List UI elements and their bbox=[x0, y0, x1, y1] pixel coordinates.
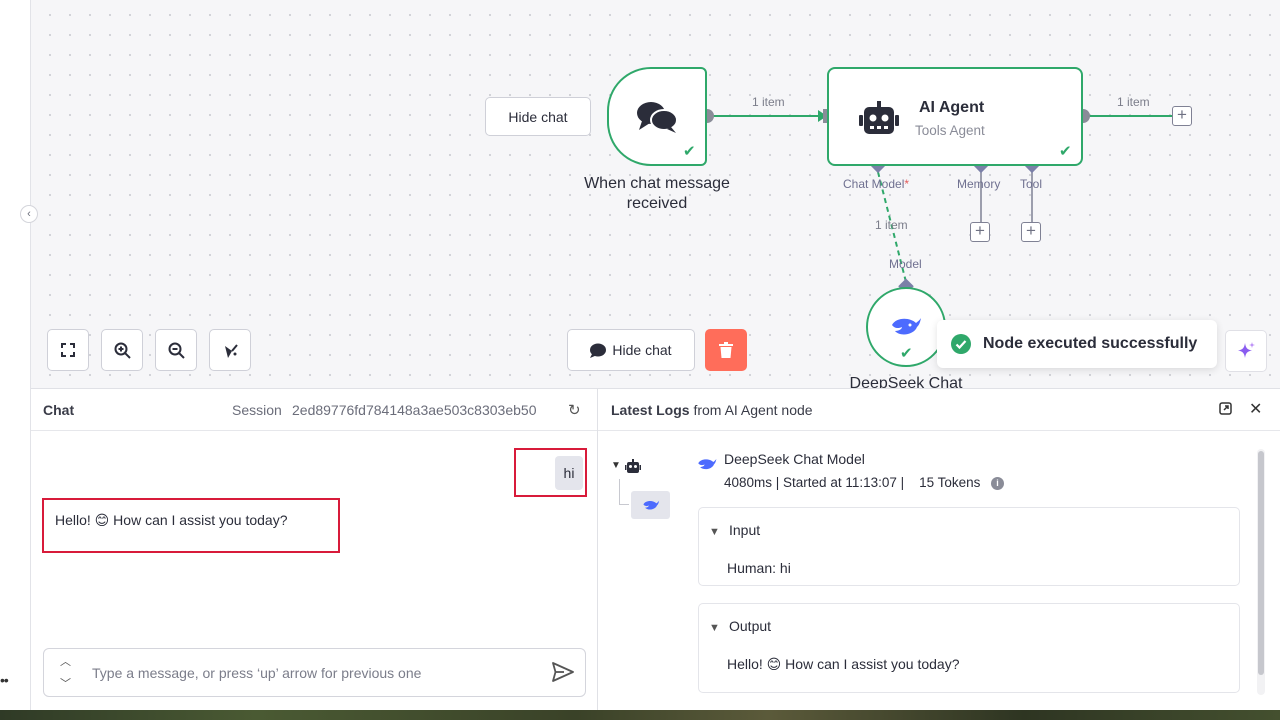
zoom-in-button[interactable] bbox=[101, 329, 143, 371]
success-check-icon: ✔ bbox=[1059, 143, 1072, 160]
send-icon[interactable] bbox=[552, 662, 574, 682]
output-section[interactable]: ▼ Output Hello! 😊 How can I assist you to… bbox=[698, 603, 1240, 693]
collapse-sidebar-button[interactable]: ‹ bbox=[20, 205, 38, 223]
sparkle-icon bbox=[1238, 342, 1255, 358]
close-icon[interactable]: ✕ bbox=[1249, 399, 1262, 419]
logs-title: Latest Logs from AI Agent node bbox=[611, 402, 813, 418]
memory-port-label: Memory bbox=[957, 177, 1001, 191]
success-toast: Node executed successfully bbox=[937, 320, 1217, 368]
deepseek-node[interactable]: ✔ bbox=[866, 287, 946, 367]
chat-header: Chat Session 2ed89776fd784148a3ae503c830… bbox=[31, 389, 597, 431]
fit-view-icon bbox=[61, 343, 75, 357]
chevron-down-icon: ▼ bbox=[709, 622, 720, 634]
add-memory-button[interactable]: + bbox=[970, 222, 990, 242]
output-section-header[interactable]: ▼ Output bbox=[709, 618, 771, 634]
success-check-icon: ✔ bbox=[900, 345, 913, 362]
deepseek-whale-icon bbox=[698, 458, 717, 470]
chat-bubble-icon bbox=[590, 343, 607, 358]
bot-message: Hello! 😊 How can I assist you today? bbox=[55, 512, 288, 528]
desktop-background-strip bbox=[0, 710, 1280, 720]
logs-title-bold: Latest Logs bbox=[611, 402, 690, 418]
tree-connector bbox=[619, 479, 629, 505]
tree-item-deepseek[interactable] bbox=[631, 491, 670, 519]
trigger-node[interactable]: ✔ bbox=[607, 67, 707, 166]
more-options-icon[interactable]: •• bbox=[0, 672, 9, 688]
log-entry-meta: 4080ms | Started at 11:13:07 | 15 Tokens bbox=[724, 475, 981, 490]
input-section-header[interactable]: ▼ Input bbox=[709, 522, 760, 538]
info-icon[interactable]: i bbox=[991, 477, 1004, 490]
trigger-label-line1: When chat message bbox=[584, 175, 730, 192]
trigger-label-line2: received bbox=[626, 195, 688, 212]
output-label: Output bbox=[729, 618, 772, 634]
agent-subtitle: Tools Agent bbox=[915, 123, 985, 138]
zoom-in-icon bbox=[114, 342, 131, 359]
trash-icon bbox=[719, 342, 733, 358]
fit-view-button[interactable] bbox=[47, 329, 89, 371]
log-entry-name: DeepSeek Chat Model bbox=[724, 451, 865, 467]
add-tool-button[interactable]: + bbox=[1021, 222, 1041, 242]
open-external-icon[interactable] bbox=[1219, 402, 1232, 415]
tool-port-label: Tool bbox=[1020, 177, 1043, 191]
tidy-up-button[interactable] bbox=[209, 329, 251, 371]
zoom-out-icon bbox=[168, 342, 185, 359]
refresh-session-icon[interactable]: ↻ bbox=[568, 401, 581, 419]
hide-chat-label: Hide chat bbox=[612, 342, 672, 358]
tree-expand-chevron-icon[interactable]: ▼ bbox=[611, 460, 621, 471]
chat-model-text: Chat Model bbox=[843, 177, 905, 191]
chat-panel: Chat Session 2ed89776fd784148a3ae503c830… bbox=[31, 388, 598, 710]
hide-chat-label: Hide chat bbox=[508, 108, 568, 125]
delete-button[interactable] bbox=[705, 329, 747, 371]
toast-message: Node executed successfully bbox=[983, 335, 1198, 352]
ai-agent-node[interactable]: AI Agent Tools Agent ✔ bbox=[827, 67, 1083, 166]
robot-icon[interactable] bbox=[625, 459, 641, 473]
chat-bubbles-icon bbox=[637, 101, 678, 133]
logs-header: Latest Logs from AI Agent node ✕ bbox=[598, 389, 1280, 431]
agent-output-count-label: 1 item bbox=[1117, 95, 1150, 109]
model-port-label: Model bbox=[889, 257, 922, 271]
logs-title-rest: from AI Agent node bbox=[689, 402, 813, 418]
user-message: hi bbox=[555, 456, 583, 490]
deepseek-node-label: DeepSeek Chat bbox=[849, 375, 963, 388]
output-body: Hello! 😊 How can I assist you today? bbox=[727, 656, 960, 672]
connection-count-label: 1 item bbox=[752, 95, 785, 109]
add-node-button[interactable]: + bbox=[1172, 106, 1192, 126]
chat-message-input[interactable] bbox=[92, 661, 532, 685]
chat-input-container: ︿ ﹀ bbox=[43, 648, 586, 697]
history-down-icon[interactable]: ﹀ bbox=[60, 675, 71, 691]
tidy-up-icon bbox=[224, 343, 238, 358]
ask-ai-button[interactable] bbox=[1225, 330, 1267, 372]
zoom-out-button[interactable] bbox=[155, 329, 197, 371]
required-mark: * bbox=[904, 177, 910, 191]
chevron-down-icon: ▼ bbox=[709, 526, 720, 538]
session-id: 2ed89776fd784148a3ae503c8303eb50 bbox=[292, 402, 537, 418]
hide-chat-button-top[interactable]: Hide chat bbox=[485, 97, 591, 136]
input-body: Human: hi bbox=[727, 560, 791, 576]
logs-panel: Latest Logs from AI Agent node ✕ ▼ DeepS… bbox=[598, 388, 1280, 710]
input-label: Input bbox=[729, 522, 761, 538]
model-connection-count: 1 item bbox=[875, 218, 908, 232]
deepseek-whale-icon bbox=[892, 318, 921, 335]
robot-icon bbox=[859, 101, 899, 134]
deepseek-whale-icon bbox=[642, 500, 659, 510]
input-section[interactable]: ▼ Input Human: hi bbox=[698, 507, 1240, 586]
hide-chat-button-bottom[interactable]: Hide chat bbox=[567, 329, 695, 371]
history-up-icon[interactable]: ︿ bbox=[60, 653, 71, 669]
check-circle-icon bbox=[951, 334, 971, 354]
chat-model-port-label: Chat Model* bbox=[843, 177, 909, 191]
logs-scrollbar-thumb[interactable] bbox=[1258, 451, 1264, 675]
trigger-node-label: When chat message received bbox=[567, 174, 747, 214]
success-check-icon: ✔ bbox=[683, 143, 696, 160]
session-label: Session bbox=[232, 402, 282, 418]
chat-title: Chat bbox=[43, 402, 75, 418]
agent-title: AI Agent bbox=[919, 99, 985, 116]
